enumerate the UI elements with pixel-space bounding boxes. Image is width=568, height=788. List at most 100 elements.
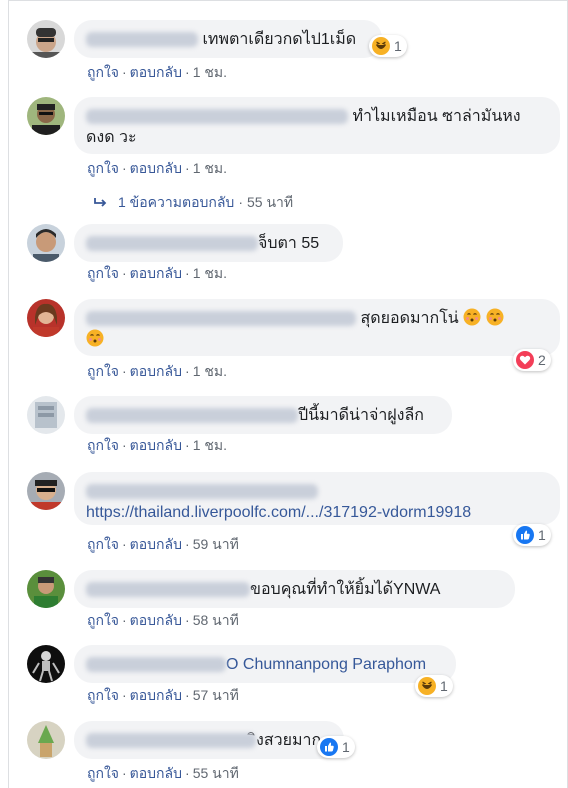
separator-dot: · xyxy=(185,160,190,176)
reply-link[interactable]: ตอบกลับ xyxy=(130,765,182,781)
reaction-badge[interactable]: 1 xyxy=(317,736,355,758)
separator-dot: · xyxy=(185,64,190,80)
comment-bubble: O Chumnanpong Paraphom xyxy=(74,645,456,683)
reply-link[interactable]: ตอบกลับ xyxy=(130,536,182,552)
reply-arrow-icon xyxy=(94,198,107,207)
reaction-count: 1 xyxy=(342,739,350,755)
comment-time[interactable]: 1 ชม. xyxy=(193,265,227,281)
author-name-blurred[interactable] xyxy=(86,236,258,252)
separator-dot: · xyxy=(122,363,127,379)
comment-actions: ถูกใจ · ตอบกลับ · 1 ชม. xyxy=(87,159,227,177)
separator-dot: · xyxy=(122,687,127,703)
reply-link[interactable]: ตอบกลับ xyxy=(130,612,182,628)
like-link[interactable]: ถูกใจ xyxy=(87,437,119,453)
comment-time[interactable]: 1 ชม. xyxy=(193,437,227,453)
comment-bubble: เทพตาเดียวกดไป1เม็ด xyxy=(74,20,382,58)
view-replies-link[interactable]: 1 ข้อความตอบกลับ · 55 นาที xyxy=(94,193,293,211)
kissing-emoji-icon xyxy=(463,308,481,326)
kissing-emoji-icon xyxy=(86,329,104,347)
comment-bubble: ทำไมเหมือน ซาล่ามันหง ดงด วะ xyxy=(74,97,560,154)
reaction-badge[interactable]: 2 xyxy=(513,349,551,371)
reply-link[interactable]: ตอบกลับ xyxy=(130,160,182,176)
comment-text: สุดยอดมากโน่ xyxy=(360,310,459,327)
reply-link[interactable]: ตอบกลับ xyxy=(130,265,182,281)
reaction-count: 1 xyxy=(394,38,402,54)
comment-text-continued: ดงด วะ xyxy=(86,129,137,146)
comment-actions: ถูกใจ · ตอบกลับ · 57 นาที xyxy=(87,686,239,704)
like-link[interactable]: ถูกใจ xyxy=(87,160,119,176)
comment-text: เทพตาเดียวกดไป1เม็ด xyxy=(202,31,357,48)
comment-time[interactable]: 58 นาที xyxy=(193,612,239,628)
avatar[interactable] xyxy=(27,299,65,337)
comment-actions: ถูกใจ · ตอบกลับ · 58 นาที xyxy=(87,611,239,629)
comment-text: ทำไมเหมือน ซาล่ามันหง xyxy=(352,108,521,125)
avatar[interactable] xyxy=(27,396,65,434)
like-link[interactable]: ถูกใจ xyxy=(87,536,119,552)
reaction-badge[interactable]: 1 xyxy=(513,524,551,546)
reaction-count: 1 xyxy=(538,527,546,543)
comment-bubble: จ็บตา 55 xyxy=(74,224,343,262)
separator-dot: · xyxy=(238,194,243,210)
separator-dot: · xyxy=(122,612,127,628)
reply-link[interactable]: ตอบกลับ xyxy=(130,687,182,703)
separator-dot: · xyxy=(185,363,190,379)
author-name-blurred[interactable] xyxy=(86,733,256,749)
comment-actions: ถูกใจ · ตอบกลับ · 1 ชม. xyxy=(87,362,227,380)
comment-time[interactable]: 1 ชม. xyxy=(193,363,227,379)
reaction-badge[interactable]: 1 xyxy=(369,35,407,57)
author-name-blurred[interactable] xyxy=(86,408,298,424)
like-link[interactable]: ถูกใจ xyxy=(87,687,119,703)
separator-dot: · xyxy=(122,265,127,281)
replies-time: 55 นาที xyxy=(246,194,294,210)
separator-dot: · xyxy=(185,265,190,281)
reaction-count: 2 xyxy=(538,352,546,368)
kissing-emoji-icon xyxy=(486,308,504,326)
like-link[interactable]: ถูกใจ xyxy=(87,612,119,628)
author-name-blurred[interactable] xyxy=(86,109,348,125)
reply-link[interactable]: ตอบกลับ xyxy=(130,363,182,379)
reaction-count: 1 xyxy=(440,678,448,694)
author-name-blurred[interactable] xyxy=(86,484,318,500)
avatar[interactable] xyxy=(27,721,65,759)
haha-emoji-icon xyxy=(372,37,390,55)
comment-bubble: สุดยอดมากโน่ xyxy=(74,299,560,356)
comment-actions: ถูกใจ · ตอบกลับ · 59 นาที xyxy=(87,535,239,553)
comment-text: ขอบคุณที่ทำให้ยิ้มได้YNWA xyxy=(250,581,441,598)
separator-dot: · xyxy=(122,536,127,552)
comment-time[interactable]: 57 นาที xyxy=(193,687,239,703)
avatar[interactable] xyxy=(27,645,65,683)
comment-time[interactable]: 55 นาที xyxy=(193,765,239,781)
like-link[interactable]: ถูกใจ xyxy=(87,363,119,379)
author-name-blurred[interactable] xyxy=(86,657,226,673)
frame-border-top xyxy=(8,0,568,1)
author-name-blurred[interactable] xyxy=(86,582,250,598)
avatar[interactable] xyxy=(27,20,65,58)
frame-border-left xyxy=(8,0,9,788)
reply-link[interactable]: ตอบกลับ xyxy=(130,437,182,453)
comment-text: จ็บตา 55 xyxy=(258,235,320,252)
separator-dot: · xyxy=(185,765,190,781)
avatar[interactable] xyxy=(27,472,65,510)
mentioned-user-tag[interactable]: O Chumnanpong Paraphom xyxy=(226,656,426,673)
avatar[interactable] xyxy=(27,570,65,608)
like-link[interactable]: ถูกใจ xyxy=(87,765,119,781)
comment-link[interactable]: https://thailand.liverpoolfc.com/.../317… xyxy=(86,504,471,521)
comment-time[interactable]: 1 ชม. xyxy=(193,160,227,176)
comment-bubble: https://thailand.liverpoolfc.com/.../317… xyxy=(74,472,560,525)
like-link[interactable]: ถูกใจ xyxy=(87,265,119,281)
author-name-blurred[interactable] xyxy=(86,32,198,48)
separator-dot: · xyxy=(185,437,190,453)
avatar[interactable] xyxy=(27,97,65,135)
heart-icon xyxy=(516,351,534,369)
comment-time[interactable]: 1 ชม. xyxy=(193,64,227,80)
separator-dot: · xyxy=(185,612,190,628)
comment-time[interactable]: 59 นาที xyxy=(193,536,239,552)
author-name-blurred[interactable] xyxy=(86,311,356,327)
avatar[interactable] xyxy=(27,224,65,262)
reaction-badge[interactable]: 1 xyxy=(415,675,453,697)
comment-bubble: ิงสวยมาก xyxy=(74,721,344,759)
comment-actions: ถูกใจ · ตอบกลับ · 1 ชม. xyxy=(87,264,227,282)
like-link[interactable]: ถูกใจ xyxy=(87,64,119,80)
reply-link[interactable]: ตอบกลับ xyxy=(130,64,182,80)
replies-count-label: 1 ข้อความตอบกลับ xyxy=(118,194,235,210)
